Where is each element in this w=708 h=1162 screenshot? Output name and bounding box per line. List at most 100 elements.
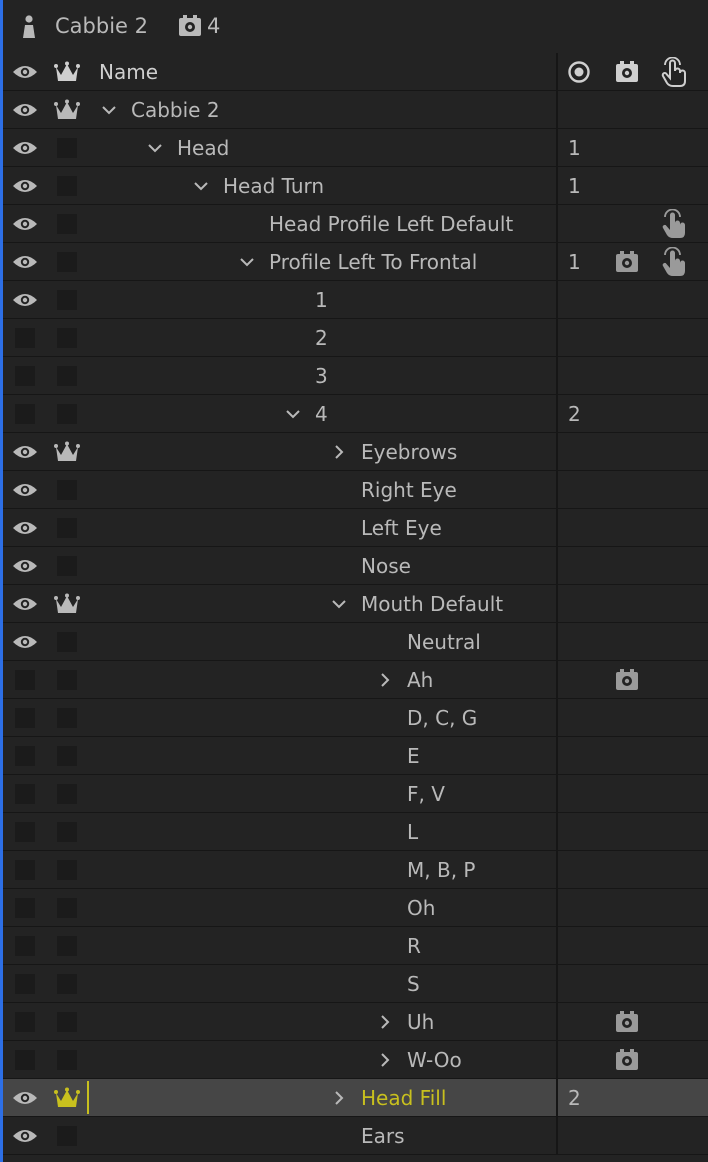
trigger-cell[interactable] (606, 927, 648, 964)
trigger-cell[interactable] (606, 319, 648, 356)
handle-cell[interactable] (648, 623, 700, 660)
layer-row[interactable]: Right Eye (3, 471, 708, 509)
handle-cell[interactable] (648, 167, 700, 204)
visibility-toggle[interactable] (5, 623, 45, 660)
handle-cell[interactable] (648, 851, 700, 888)
layer-name-cell[interactable]: Cabbie 2 (89, 91, 555, 128)
independent-toggle[interactable] (47, 1117, 87, 1154)
layer-row[interactable]: Nose (3, 547, 708, 585)
tag-cell[interactable]: 2 (558, 1079, 606, 1116)
layer-row[interactable]: D, C, G (3, 699, 708, 737)
layer-name-cell[interactable]: M, B, P (89, 851, 555, 888)
trigger-cell[interactable] (606, 357, 648, 394)
visibility-toggle[interactable] (5, 737, 45, 774)
handle-cell[interactable] (648, 927, 700, 964)
layer-row[interactable]: Profile Left To Frontal 1 (3, 243, 708, 281)
trigger-cell[interactable] (606, 775, 648, 812)
trigger-cell[interactable] (606, 1041, 648, 1078)
visibility-toggle[interactable] (5, 585, 45, 622)
layer-name-cell[interactable]: L (89, 813, 555, 850)
trigger-cell[interactable] (606, 965, 648, 1002)
tag-cell[interactable] (558, 281, 606, 318)
independent-toggle[interactable] (47, 129, 87, 166)
visibility-toggle[interactable] (5, 129, 45, 166)
independent-toggle[interactable] (47, 509, 87, 546)
layer-row[interactable]: Ears (3, 1117, 708, 1155)
visibility-toggle[interactable] (5, 813, 45, 850)
independent-toggle[interactable] (47, 357, 87, 394)
independent-toggle[interactable] (47, 547, 87, 584)
layer-name-cell[interactable]: 1 (89, 281, 555, 318)
name-column-header[interactable]: Name (89, 53, 565, 90)
visibility-toggle[interactable] (5, 243, 45, 280)
visibility-toggle[interactable] (5, 357, 45, 394)
tag-cell[interactable] (558, 623, 606, 660)
handle-cell[interactable] (648, 129, 700, 166)
handle-cell[interactable] (648, 661, 700, 698)
handle-cell[interactable] (648, 547, 700, 584)
visibility-toggle[interactable] (5, 661, 45, 698)
chevron-right-icon[interactable] (375, 670, 395, 690)
tag-cell[interactable] (558, 547, 606, 584)
visibility-column-header[interactable] (5, 53, 45, 90)
tag-cell[interactable] (558, 927, 606, 964)
trigger-cell[interactable] (606, 471, 648, 508)
chevron-down-icon[interactable] (283, 404, 303, 424)
visibility-toggle[interactable] (5, 1041, 45, 1078)
independent-toggle[interactable] (47, 585, 87, 622)
handle-cell[interactable] (648, 737, 700, 774)
layer-name-cell[interactable]: Oh (89, 889, 555, 926)
independent-toggle[interactable] (47, 965, 87, 1002)
tag-cell[interactable] (558, 585, 606, 622)
layer-row[interactable]: Mouth Default (3, 585, 708, 623)
visibility-toggle[interactable] (5, 1079, 45, 1116)
tag-cell[interactable] (558, 699, 606, 736)
tag-cell[interactable] (558, 775, 606, 812)
independent-toggle[interactable] (47, 889, 87, 926)
handle-column-header[interactable] (648, 53, 700, 90)
handle-cell[interactable] (648, 889, 700, 926)
layer-row[interactable]: R (3, 927, 708, 965)
visibility-toggle[interactable] (5, 319, 45, 356)
visibility-toggle[interactable] (5, 927, 45, 964)
trigger-cell[interactable] (606, 737, 648, 774)
tag-cell[interactable] (558, 357, 606, 394)
independent-toggle[interactable] (47, 661, 87, 698)
layer-name-cell[interactable]: S (89, 965, 555, 1002)
trigger-cell[interactable] (606, 585, 648, 622)
layer-name-cell[interactable]: Ears (89, 1117, 555, 1154)
trigger-cell[interactable] (606, 205, 648, 242)
independent-toggle[interactable] (47, 205, 87, 242)
visibility-toggle[interactable] (5, 509, 45, 546)
layer-row[interactable]: W-Oo (3, 1041, 708, 1079)
layer-name-cell[interactable]: Eyebrows (89, 433, 555, 470)
handle-cell[interactable] (648, 1079, 700, 1116)
layer-name-cell[interactable]: Nose (89, 547, 555, 584)
chevron-right-icon[interactable] (329, 442, 349, 462)
tag-cell[interactable]: 2 (558, 395, 606, 432)
visibility-toggle[interactable] (5, 471, 45, 508)
independent-toggle[interactable] (47, 433, 87, 470)
layer-row[interactable]: F, V (3, 775, 708, 813)
tag-cell[interactable] (558, 433, 606, 470)
layer-row[interactable]: Uh (3, 1003, 708, 1041)
chevron-right-icon[interactable] (375, 1050, 395, 1070)
visibility-toggle[interactable] (5, 167, 45, 204)
handle-cell[interactable] (648, 1003, 700, 1040)
layer-name-cell[interactable]: Head Profile Left Default (89, 205, 555, 242)
visibility-toggle[interactable] (5, 547, 45, 584)
trigger-cell[interactable] (606, 243, 648, 280)
handle-cell[interactable] (648, 1041, 700, 1078)
tag-cell[interactable] (558, 205, 606, 242)
handle-cell[interactable] (648, 1117, 700, 1154)
independent-toggle[interactable] (47, 699, 87, 736)
visibility-toggle[interactable] (5, 965, 45, 1002)
visibility-toggle[interactable] (5, 851, 45, 888)
trigger-cell[interactable] (606, 813, 648, 850)
layer-row[interactable]: Oh (3, 889, 708, 927)
layer-row[interactable]: Head Fill 2 (3, 1079, 708, 1117)
trigger-cell[interactable] (606, 129, 648, 166)
layer-row[interactable]: M, B, P (3, 851, 708, 889)
layer-name-cell[interactable]: Head Fill (89, 1079, 555, 1116)
tag-cell[interactable] (558, 471, 606, 508)
